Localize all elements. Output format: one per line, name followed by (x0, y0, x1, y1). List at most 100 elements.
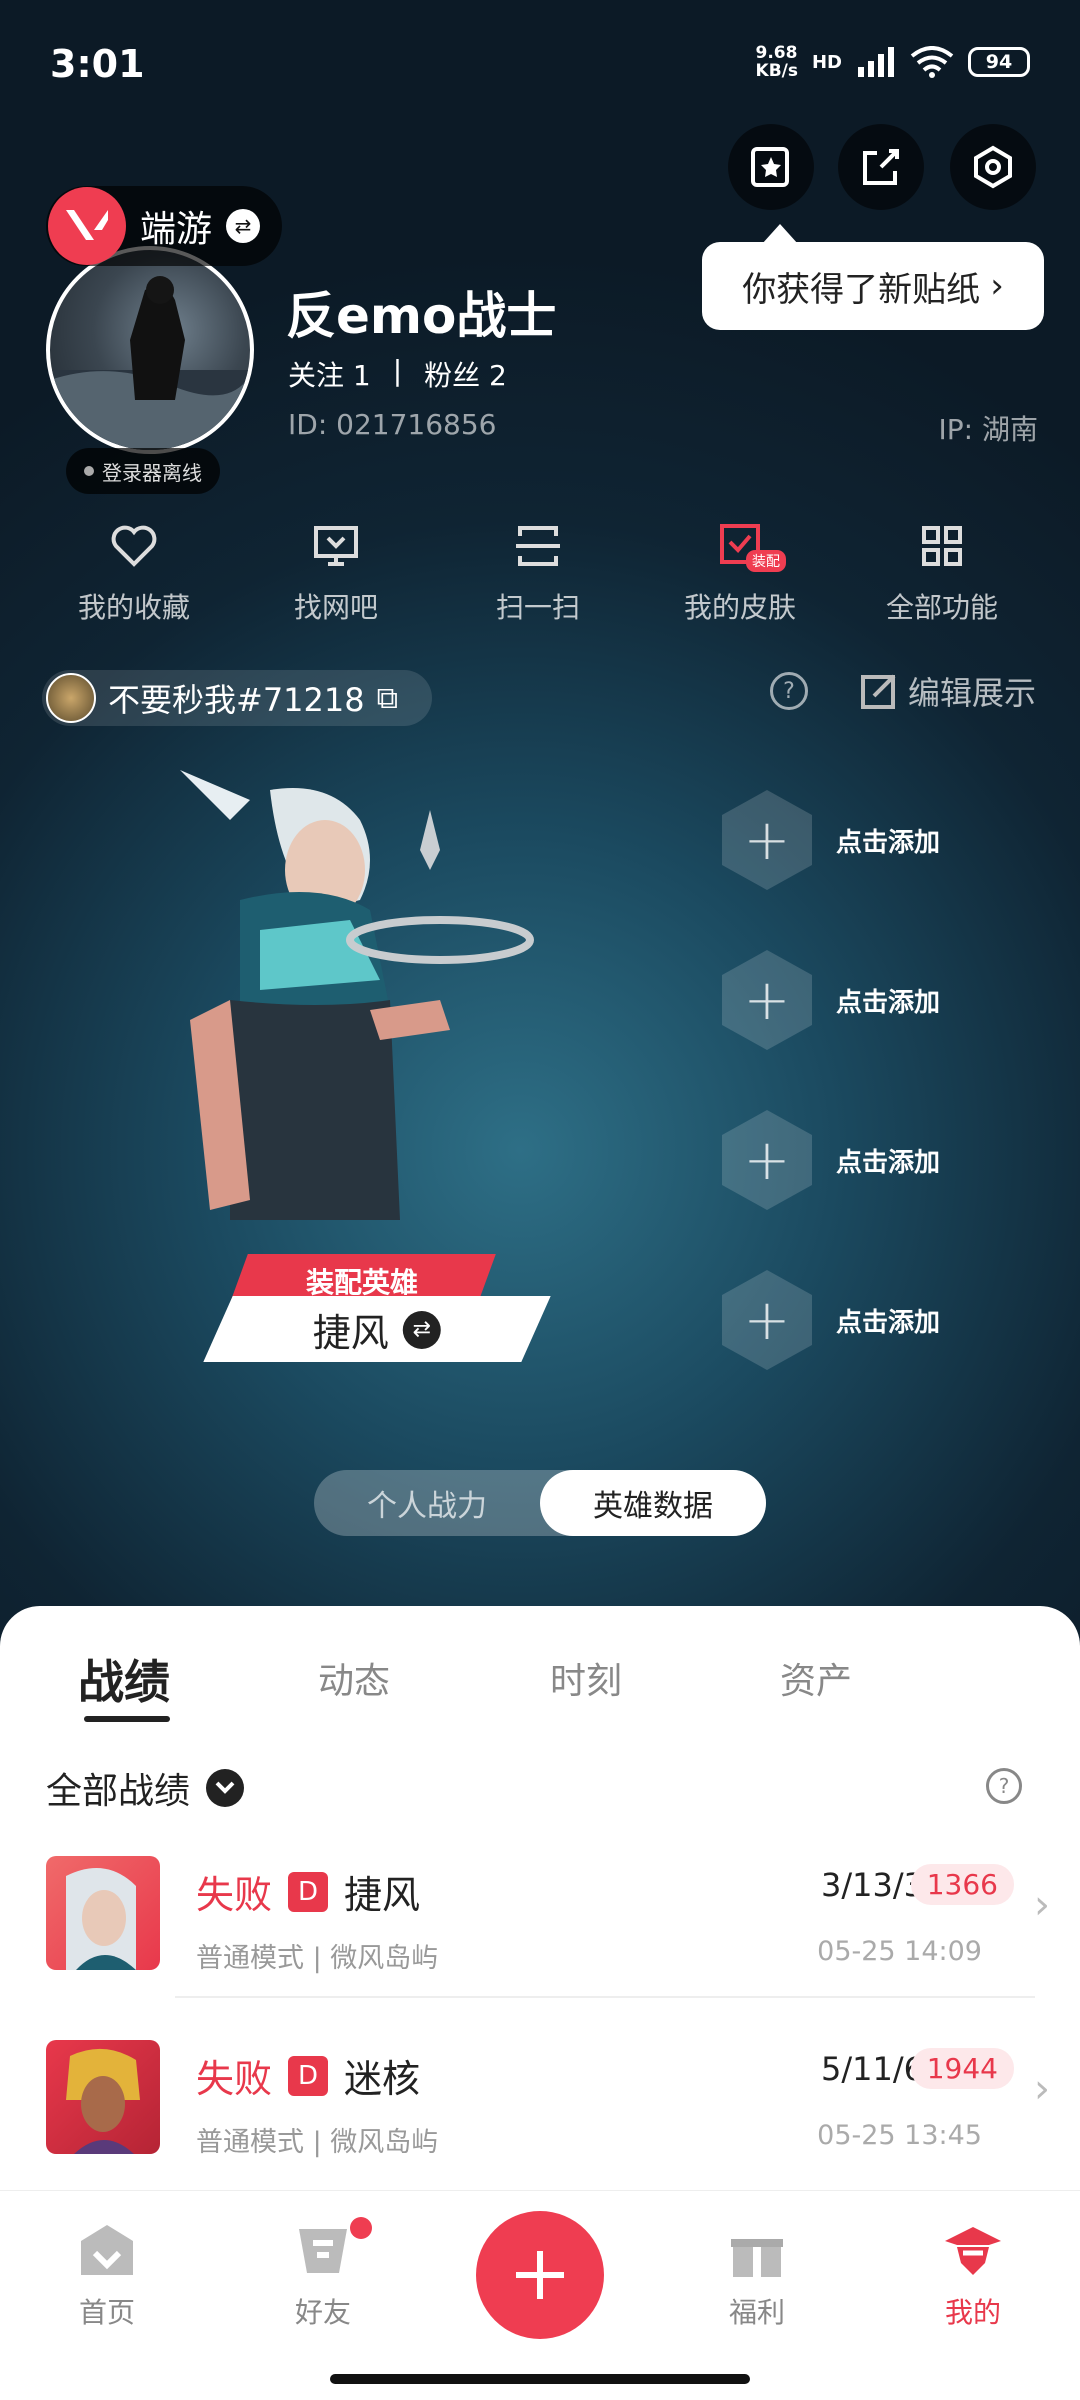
add-slot-label: 点击添加 (836, 827, 941, 858)
nav-friends[interactable]: 好友 (248, 2217, 398, 2331)
add-slot-label: 点击添加 (836, 1147, 941, 1178)
records-title: 全部战绩 (46, 1771, 191, 1812)
share-button[interactable] (838, 124, 924, 210)
plus-icon: + (722, 1270, 812, 1370)
home-icon (81, 2225, 133, 2275)
game-type-switch[interactable]: 端游 ⇄ (46, 186, 282, 266)
nav-friends-label: 好友 (294, 2296, 351, 2329)
monitor-icon (314, 526, 358, 566)
records-help-icon[interactable]: ? (986, 1768, 1022, 1804)
records-filter[interactable]: 全部战绩 (46, 1762, 245, 1814)
settings-button[interactable] (950, 124, 1036, 210)
follow-stats: 关注 1 | 粉丝 2 (288, 354, 507, 394)
avatar-photo (50, 276, 250, 450)
quick-label: 找网吧 (293, 591, 378, 624)
record-time: 05-25 13:45 (817, 2120, 982, 2151)
record-result: 失败 D 捷风 (196, 1864, 420, 1919)
plus-icon: + (722, 790, 812, 890)
tooltip-text: 你获得了新贴纸 (742, 269, 981, 310)
valorant-logo-icon (48, 187, 126, 265)
notification-dot (350, 2217, 372, 2239)
quick-all-features[interactable]: 全部功能 (842, 520, 1042, 626)
sticker-icon (751, 147, 789, 187)
nav-welfare[interactable]: 福利 (682, 2223, 832, 2331)
nav-mine-label: 我的 (944, 2296, 1001, 2329)
help-icon[interactable]: ? (770, 672, 808, 710)
nav-home-label: 首页 (78, 2296, 135, 2329)
status-icons: 9.68 KB/s HD 94 (756, 44, 1030, 80)
quick-favorites[interactable]: 我的收藏 (34, 520, 234, 626)
segment-personal-power[interactable]: 个人战力 (314, 1470, 540, 1536)
swap-icon: ⇄ (403, 1310, 441, 1348)
following-count[interactable]: 关注 1 (288, 354, 371, 394)
record-row[interactable]: 失败 D 捷风 普通模式 | 微风岛屿 3/13/3 1366 05-25 14… (0, 1842, 1080, 2026)
quick-scan[interactable]: 扫一扫 (438, 520, 638, 626)
net-speed-unit: KB/s (755, 61, 798, 81)
result-text: 失败 (196, 1873, 273, 1917)
add-slot-1[interactable]: + 点击添加 (722, 790, 940, 890)
player-card-avatar (46, 673, 96, 723)
record-kda: 5/11/6 (821, 2050, 924, 2088)
quick-label: 扫一扫 (495, 591, 580, 624)
player-riot-id-text: 不要秒我#71218 (108, 681, 365, 719)
quick-label: 我的收藏 (77, 591, 190, 624)
net-speed-value: 9.68 (755, 43, 798, 63)
add-slot-label: 点击添加 (836, 1307, 941, 1338)
nav-welfare-label: 福利 (728, 2296, 785, 2329)
stats-separator: | (392, 354, 403, 387)
quick-label: 全部功能 (885, 591, 998, 624)
chevron-down-icon (206, 1769, 245, 1807)
segment-hero-data[interactable]: 英雄数据 (540, 1470, 766, 1536)
nav-home[interactable]: 首页 (32, 2223, 182, 2331)
player-riot-id[interactable]: 不要秒我#71218 ⧉ (42, 670, 432, 726)
friends-icon (299, 2229, 347, 2273)
plus-icon (516, 2251, 564, 2299)
record-time: 05-25 14:09 (817, 1936, 982, 1967)
signal-icon (858, 47, 894, 77)
tab-records[interactable]: 战绩 (78, 1646, 170, 1712)
sticker-button[interactable] (728, 124, 814, 210)
chevron-right-icon: › (1034, 1882, 1050, 1928)
grid-icon (922, 526, 962, 566)
record-row[interactable]: 失败 D 迷核 普通模式 | 微风岛屿 5/11/6 1944 05-25 13… (0, 2026, 1080, 2210)
launcher-status: 登录器离线 (66, 448, 220, 494)
edit-showcase-button[interactable]: 编辑展示 (860, 668, 1036, 714)
hero-name: 捷风 (312, 1310, 389, 1355)
fans-count[interactable]: 粉丝 2 (424, 354, 507, 394)
edit-showcase-label: 编辑展示 (907, 674, 1036, 712)
nickname: 反emo战士 (286, 287, 557, 345)
chevron-right-icon: › (1034, 2066, 1050, 2112)
add-slot-4[interactable]: + 点击添加 (722, 1270, 940, 1370)
quick-label: 我的皮肤 (683, 591, 796, 624)
tab-moments[interactable]: 时刻 (550, 1652, 622, 1704)
quick-find-netcafe[interactable]: 找网吧 (236, 520, 436, 626)
net-speed: 9.68 KB/s (756, 44, 798, 80)
switch-icon: ⇄ (226, 209, 261, 243)
user-avatar[interactable] (46, 246, 254, 454)
edit-icon (860, 674, 896, 709)
hero-switch[interactable]: 捷风 ⇄ (203, 1296, 551, 1362)
wifi-icon (910, 46, 954, 78)
home-indicator (330, 2374, 750, 2384)
tab-assets[interactable]: 资产 (780, 1652, 852, 1704)
status-dot (84, 466, 94, 476)
hero-portrait (46, 2040, 160, 2154)
equip-badge: 装配 (746, 550, 786, 572)
tab-feed[interactable]: 动态 (318, 1652, 390, 1704)
equipped-hero-label-text: 装配英雄 (305, 1266, 418, 1299)
add-slot-label: 点击添加 (836, 987, 941, 1018)
grade-badge: D (288, 1871, 329, 1912)
add-slot-2[interactable]: + 点击添加 (722, 950, 940, 1050)
copy-icon[interactable]: ⧉ (377, 681, 398, 716)
launcher-status-text: 登录器离线 (102, 460, 202, 485)
gift-icon (731, 2227, 783, 2277)
grade-badge: D (288, 2055, 329, 2096)
quick-my-skins[interactable]: 装配 我的皮肤 (640, 520, 840, 626)
add-slot-3[interactable]: + 点击添加 (722, 1110, 940, 1210)
nav-mine[interactable]: 我的 (898, 2223, 1048, 2331)
heart-icon (111, 525, 157, 567)
result-text: 失败 (196, 2057, 273, 2101)
create-post-button[interactable] (476, 2211, 604, 2339)
battery-indicator: 94 (968, 47, 1030, 77)
new-sticker-tooltip[interactable]: 你获得了新贴纸 › (702, 224, 1044, 330)
